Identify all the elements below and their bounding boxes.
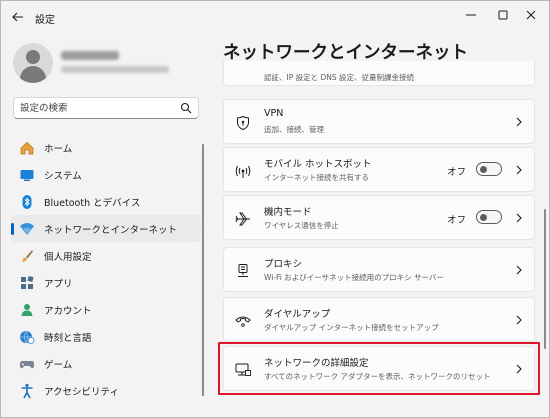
back-button[interactable]	[7, 7, 29, 27]
hotspot-icon	[235, 165, 251, 178]
card-mobile-hotspot[interactable]: モバイル ホットスポット インターネット接続を共有する オフ	[223, 147, 535, 192]
card-description: 追加、接続、管理	[264, 125, 324, 134]
card-advanced-network-settings[interactable]: ネットワークの詳細設定 すべてのネットワーク アダプターを表示、ネットワークのリ…	[223, 346, 535, 391]
card-title: ダイヤルアップ	[264, 309, 331, 320]
toggle-state-label: オフ	[446, 215, 466, 226]
chevron-right-icon	[516, 315, 522, 325]
back-arrow-icon	[12, 12, 23, 22]
sidebar-item-time-language[interactable]: 時刻と言語	[11, 323, 201, 350]
chevron-right-icon	[516, 165, 522, 175]
sidebar-item-accounts[interactable]: アカウント	[11, 296, 201, 323]
card-description: 認証、IP 設定と DNS 設定、従量制課金接続	[264, 73, 415, 82]
card-proxy[interactable]: プロキシ Wi-Fi およびイーサネット接続用のプロキシ サーバー	[223, 247, 535, 292]
card-title: 機内モード	[264, 207, 312, 218]
sidebar-item-label: システム	[44, 170, 82, 182]
sidebar-item-label: アカウント	[44, 305, 92, 317]
card-title: モバイル ホットスポット	[264, 159, 372, 170]
minimize-button[interactable]	[457, 5, 485, 25]
proxy-icon	[238, 264, 248, 277]
account-icon	[21, 303, 33, 316]
globe-clock-icon	[20, 330, 35, 344]
close-icon	[526, 10, 536, 20]
ethernet-icon	[234, 61, 252, 64]
card-dialup[interactable]: ダイヤルアップ ダイヤルアップ インターネット接続をセットアップ	[223, 297, 535, 342]
sidebar-item-personalization[interactable]: 個人用設定	[11, 242, 201, 269]
chevron-right-icon	[516, 364, 522, 374]
dialup-icon	[235, 316, 251, 327]
sidebar-item-label: 時刻と言語	[44, 332, 92, 344]
card-title: プロキシ	[264, 259, 303, 270]
hotspot-toggle[interactable]	[476, 162, 502, 176]
card-description: すべてのネットワーク アダプターを表示、ネットワークのリセット	[264, 372, 491, 381]
card-description: ワイヤレス通信を停止	[264, 221, 339, 230]
airplane-icon	[235, 212, 250, 226]
advanced-network-icon	[235, 363, 251, 376]
network-icon	[20, 222, 34, 235]
chevron-right-icon	[516, 117, 522, 127]
sidebar-item-label: Bluetooth とデバイス	[44, 197, 141, 209]
sidebar-scrollbar[interactable]	[202, 144, 204, 396]
gamepad-icon	[19, 360, 35, 368]
sidebar-item-label: ホーム	[44, 143, 73, 155]
title-bar: 設定	[1, 1, 549, 33]
sidebar-item-gaming[interactable]: ゲーム	[11, 350, 201, 377]
sidebar-item-home[interactable]: ホーム	[11, 134, 201, 161]
minimize-icon	[466, 14, 476, 16]
card-description: Wi-Fi およびイーサネット接続用のプロキシ サーバー	[264, 273, 444, 282]
sidebar-item-bluetooth[interactable]: Bluetooth とデバイス	[11, 188, 201, 215]
airplane-mode-toggle[interactable]	[476, 210, 502, 224]
card-airplane-mode[interactable]: 機内モード ワイヤレス通信を停止 オフ	[223, 195, 535, 240]
user-profile[interactable]	[13, 43, 203, 83]
sidebar-nav: ホーム システム Bluetooth とデバイス ネットワークとインターネット …	[11, 134, 201, 404]
chevron-right-icon	[516, 213, 522, 223]
app-title: 設定	[35, 15, 55, 26]
sidebar-item-label: ゲーム	[44, 359, 73, 371]
card-description: ダイヤルアップ インターネット接続をセットアップ	[264, 323, 439, 332]
sidebar-item-label: アプリ	[44, 278, 73, 290]
apps-icon	[21, 275, 34, 289]
brush-icon	[22, 249, 33, 262]
accessibility-icon	[21, 383, 33, 398]
vpn-shield-icon	[237, 115, 249, 131]
search-box[interactable]	[13, 97, 199, 119]
sidebar-item-label: 個人用設定	[44, 251, 92, 263]
sidebar-item-label: ネットワークとインターネット	[44, 224, 178, 236]
main-scrollbar[interactable]	[544, 209, 546, 349]
card-title: ネットワークの詳細設定	[264, 358, 369, 369]
sidebar-item-accessibility[interactable]: アクセシビリティ	[11, 377, 201, 404]
search-icon	[180, 102, 192, 114]
close-button[interactable]	[517, 5, 545, 25]
blurred-user-name	[61, 51, 119, 60]
sidebar-item-system[interactable]: システム	[11, 161, 201, 188]
blurred-user-email	[61, 66, 169, 73]
card-description: インターネット接続を共有する	[264, 173, 369, 182]
avatar	[13, 43, 53, 83]
chevron-right-icon	[516, 265, 522, 275]
system-icon	[20, 169, 34, 181]
maximize-icon	[498, 10, 508, 20]
card-title: VPN	[264, 108, 284, 119]
home-icon	[20, 141, 34, 154]
bluetooth-icon	[22, 194, 32, 209]
maximize-button[interactable]	[489, 5, 517, 25]
settings-window: 設定 ホーム システム	[0, 0, 550, 418]
sidebar-item-network[interactable]: ネットワークとインターネット	[11, 215, 201, 242]
toggle-state-label: オフ	[446, 167, 466, 178]
sidebar-item-apps[interactable]: アプリ	[11, 269, 201, 296]
card-vpn[interactable]: VPN 追加、接続、管理	[223, 99, 535, 144]
card-ethernet[interactable]: 認証、IP 設定と DNS 設定、従量制課金接続	[223, 61, 535, 86]
settings-cards: 認証、IP 設定と DNS 設定、従量制課金接続 VPN 追加、接続、管理 モバ…	[223, 61, 535, 417]
sidebar-item-label: アクセシビリティ	[44, 386, 119, 398]
search-input[interactable]	[20, 101, 180, 116]
